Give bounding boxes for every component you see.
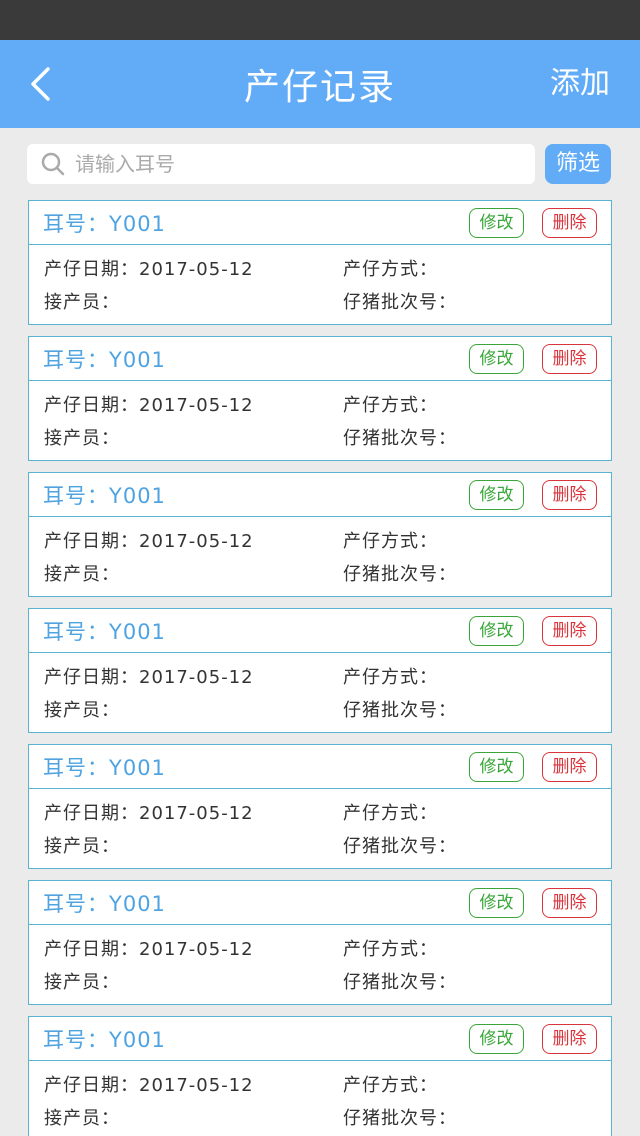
- record-header: 耳号：Y001 修改 删除: [29, 745, 611, 789]
- piglet-batch-number: 仔猪批次号：: [343, 428, 457, 449]
- birth-method: 产仔方式：: [343, 259, 438, 280]
- record-list: 耳号：Y001 修改 删除 产仔日期：2017-05-12 产仔方式： 接产员：…: [0, 200, 640, 1136]
- birth-method: 产仔方式：: [343, 939, 438, 960]
- piglet-batch-number: 仔猪批次号：: [343, 1108, 457, 1129]
- edit-button[interactable]: 修改: [469, 1024, 524, 1054]
- record-body: 产仔日期：2017-05-12 产仔方式： 接产员： 仔猪批次号：: [29, 789, 611, 869]
- search-icon: [41, 152, 65, 176]
- edit-button[interactable]: 修改: [469, 480, 524, 510]
- record-card: 耳号：Y001 修改 删除 产仔日期：2017-05-12 产仔方式： 接产员：…: [28, 608, 612, 733]
- record-header: 耳号：Y001 修改 删除: [29, 1017, 611, 1061]
- birth-date: 产仔日期：2017-05-12: [44, 1075, 254, 1096]
- filter-button[interactable]: 筛选: [545, 144, 611, 184]
- record-header: 耳号：Y001 修改 删除: [29, 473, 611, 517]
- delete-button[interactable]: 删除: [542, 480, 597, 510]
- birth-method: 产仔方式：: [343, 531, 438, 552]
- ear-number: 耳号：Y001: [43, 755, 166, 780]
- record-card: 耳号：Y001 修改 删除 产仔日期：2017-05-12 产仔方式： 接产员：…: [28, 472, 612, 597]
- search-box[interactable]: [27, 144, 535, 184]
- record-body: 产仔日期：2017-05-12 产仔方式： 接产员： 仔猪批次号：: [29, 245, 611, 325]
- record-card: 耳号：Y001 修改 删除 产仔日期：2017-05-12 产仔方式： 接产员：…: [28, 200, 612, 325]
- ear-number: 耳号：Y001: [43, 619, 166, 644]
- edit-button[interactable]: 修改: [469, 616, 524, 646]
- birth-method: 产仔方式：: [343, 395, 438, 416]
- ear-number: 耳号：Y001: [43, 1027, 166, 1052]
- edit-button[interactable]: 修改: [469, 208, 524, 238]
- record-body: 产仔日期：2017-05-12 产仔方式： 接产员： 仔猪批次号：: [29, 1061, 611, 1136]
- delivery-staff: 接产员：: [44, 1108, 120, 1129]
- edit-button[interactable]: 修改: [469, 344, 524, 374]
- birth-method: 产仔方式：: [343, 803, 438, 824]
- delivery-staff: 接产员：: [44, 836, 120, 857]
- back-button[interactable]: [20, 64, 60, 104]
- search-input[interactable]: [75, 152, 475, 176]
- piglet-batch-number: 仔猪批次号：: [343, 564, 457, 585]
- delete-button[interactable]: 删除: [542, 208, 597, 238]
- chevron-left-icon: [31, 67, 50, 101]
- page-title: 产仔记录: [243, 67, 396, 108]
- birth-date: 产仔日期：2017-05-12: [44, 667, 254, 688]
- birth-date: 产仔日期：2017-05-12: [44, 259, 254, 280]
- birth-method: 产仔方式：: [343, 1075, 438, 1096]
- delete-button[interactable]: 删除: [542, 752, 597, 782]
- piglet-batch-number: 仔猪批次号：: [343, 836, 457, 857]
- record-card: 耳号：Y001 修改 删除 产仔日期：2017-05-12 产仔方式： 接产员：…: [28, 744, 612, 869]
- add-button[interactable]: 添加: [550, 40, 610, 128]
- delivery-staff: 接产员：: [44, 972, 120, 993]
- record-header: 耳号：Y001 修改 删除: [29, 609, 611, 653]
- record-body: 产仔日期：2017-05-12 产仔方式： 接产员： 仔猪批次号：: [29, 653, 611, 733]
- birth-date: 产仔日期：2017-05-12: [44, 803, 254, 824]
- delivery-staff: 接产员：: [44, 428, 120, 449]
- piglet-batch-number: 仔猪批次号：: [343, 972, 457, 993]
- edit-button[interactable]: 修改: [469, 888, 524, 918]
- ear-number: 耳号：Y001: [43, 347, 166, 372]
- delete-button[interactable]: 删除: [542, 1024, 597, 1054]
- ear-number: 耳号：Y001: [43, 211, 166, 236]
- record-header: 耳号：Y001 修改 删除: [29, 337, 611, 381]
- delete-button[interactable]: 删除: [542, 888, 597, 918]
- ear-number: 耳号：Y001: [43, 483, 166, 508]
- ear-number: 耳号：Y001: [43, 891, 166, 916]
- record-card: 耳号：Y001 修改 删除 产仔日期：2017-05-12 产仔方式： 接产员：…: [28, 1016, 612, 1136]
- delete-button[interactable]: 删除: [542, 616, 597, 646]
- delivery-staff: 接产员：: [44, 292, 120, 313]
- record-card: 耳号：Y001 修改 删除 产仔日期：2017-05-12 产仔方式： 接产员：…: [28, 880, 612, 1005]
- record-body: 产仔日期：2017-05-12 产仔方式： 接产员： 仔猪批次号：: [29, 925, 611, 1005]
- search-row: 筛选: [0, 128, 640, 200]
- edit-button[interactable]: 修改: [469, 752, 524, 782]
- piglet-batch-number: 仔猪批次号：: [343, 292, 457, 313]
- record-header: 耳号：Y001 修改 删除: [29, 881, 611, 925]
- nav-bar: 产仔记录 添加: [0, 40, 640, 128]
- birth-date: 产仔日期：2017-05-12: [44, 395, 254, 416]
- birth-method: 产仔方式：: [343, 667, 438, 688]
- record-body: 产仔日期：2017-05-12 产仔方式： 接产员： 仔猪批次号：: [29, 381, 611, 461]
- delete-button[interactable]: 删除: [542, 344, 597, 374]
- record-card: 耳号：Y001 修改 删除 产仔日期：2017-05-12 产仔方式： 接产员：…: [28, 336, 612, 461]
- piglet-batch-number: 仔猪批次号：: [343, 700, 457, 721]
- delivery-staff: 接产员：: [44, 564, 120, 585]
- delivery-staff: 接产员：: [44, 700, 120, 721]
- record-header: 耳号：Y001 修改 删除: [29, 201, 611, 245]
- birth-date: 产仔日期：2017-05-12: [44, 939, 254, 960]
- birth-date: 产仔日期：2017-05-12: [44, 531, 254, 552]
- status-bar: [0, 0, 640, 40]
- record-body: 产仔日期：2017-05-12 产仔方式： 接产员： 仔猪批次号：: [29, 517, 611, 597]
